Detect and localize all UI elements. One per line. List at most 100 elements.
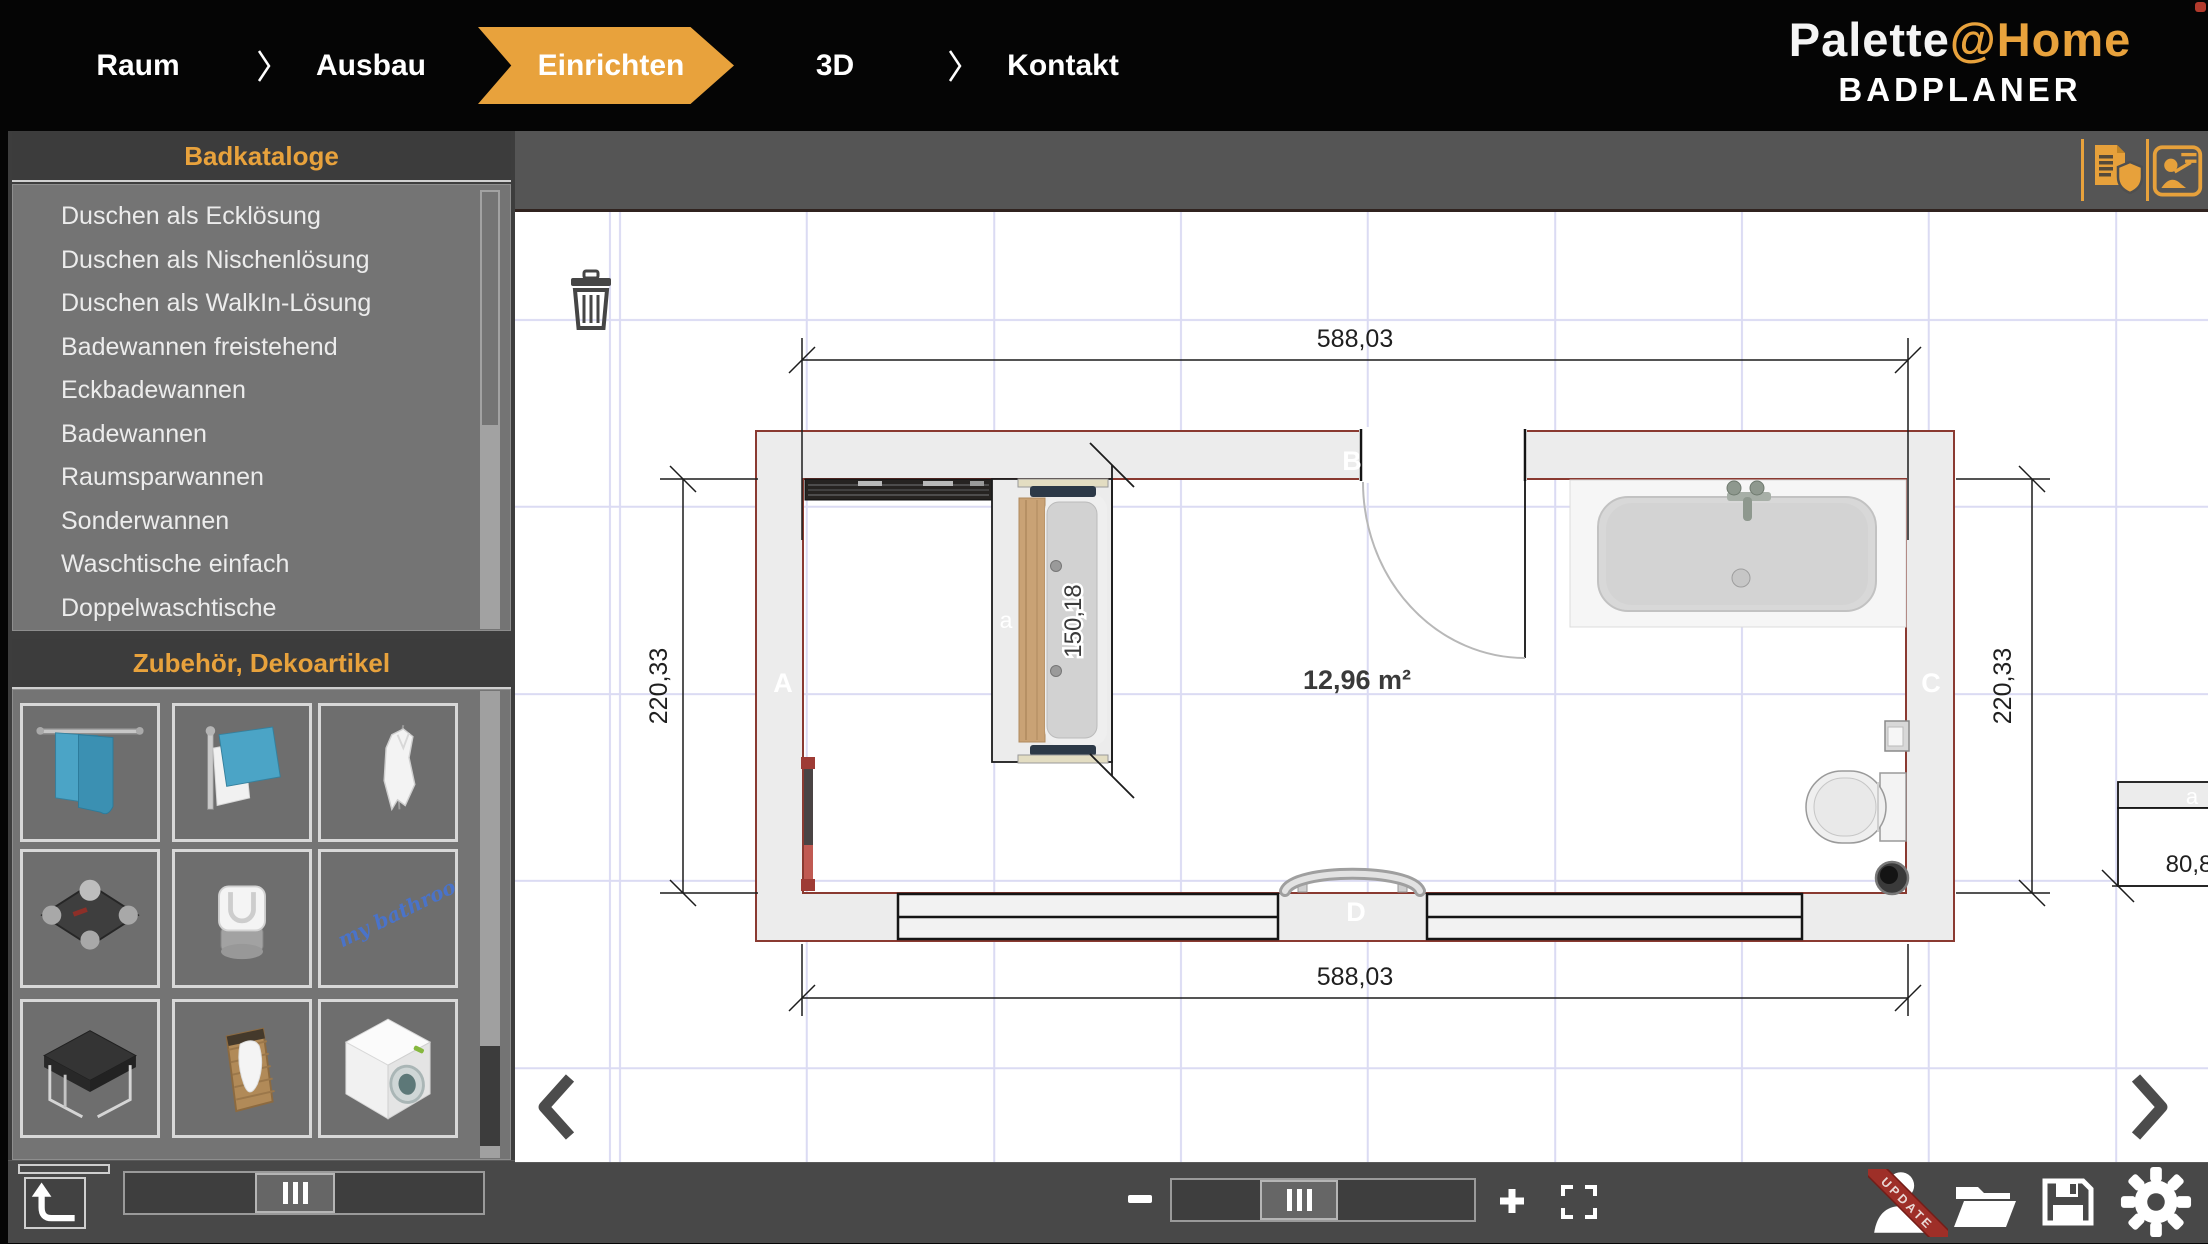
bathtub[interactable] <box>1570 480 1906 627</box>
tile-laundry-basket[interactable] <box>172 999 312 1138</box>
toilet[interactable] <box>1806 771 1906 843</box>
catalog-item[interactable]: Doppelwaschtische <box>61 587 510 631</box>
tile-bathroom-scale[interactable] <box>20 849 160 988</box>
slider-grip-icon <box>1287 1189 1292 1211</box>
prev-page-button[interactable] <box>532 1072 578 1147</box>
catalog-item[interactable]: Sonderwannen <box>61 500 510 544</box>
dim-top-label: 588,03 <box>1317 325 1393 353</box>
fit-view-button[interactable] <box>1560 1184 1598 1225</box>
privacy-document-button[interactable] <box>2085 137 2143 203</box>
catalog-header: Badkataloge <box>12 132 511 182</box>
corner-notification-dot <box>2195 2 2206 12</box>
update-button[interactable]: UPDATE <box>1868 1169 1948 1242</box>
nav-step-ausbau[interactable]: Ausbau <box>316 0 426 131</box>
towel-rail-blue-towel-icon <box>175 706 309 839</box>
bathroom-scale-icon <box>23 852 157 985</box>
wall-letter-c: C <box>1921 668 1941 698</box>
fullscreen-icon <box>1560 1184 1598 1220</box>
logo-subtitle: BADPLANER <box>1750 71 2170 109</box>
next-page-button[interactable] <box>2128 1072 2174 1147</box>
catalog-list: Duschen als Ecklösung Duschen als Nische… <box>13 185 510 630</box>
zoom-out-button[interactable] <box>1128 1195 1152 1203</box>
stool-icon <box>23 1002 157 1135</box>
logo-wordmark: Palette@Home <box>1750 12 2170 67</box>
vanity-label: a <box>1000 607 1013 633</box>
dim-right-label: 220,33 <box>1989 648 2017 724</box>
toilet-paper-holder[interactable] <box>1885 721 1909 751</box>
wall-letter-d: D <box>1346 897 1366 927</box>
slider-grip-icon <box>293 1182 298 1204</box>
chevron-right-icon <box>2128 1072 2174 1142</box>
tile-bathrobe[interactable] <box>318 703 458 842</box>
update-user-icon: UPDATE <box>1868 1169 1948 1237</box>
catalog-item[interactable]: Raumsparwannen <box>61 456 510 500</box>
gear-icon <box>2120 1165 2192 1239</box>
nav-step-einrichten-active[interactable]: Einrichten <box>478 27 734 104</box>
zoom-in-button[interactable] <box>1498 1187 1526 1220</box>
nav-step-einrichten-label: Einrichten <box>528 49 685 83</box>
catalog-item[interactable]: Waschtische einfach <box>61 543 510 587</box>
catalog-item[interactable]: Badewannen <box>61 413 510 457</box>
floor-plan: a 150,18 <box>515 131 2208 1242</box>
accessories-header: Zubehör, Dekoartikel <box>12 639 511 689</box>
chevron-separator-icon <box>256 48 272 84</box>
spare-roll-holder-icon <box>175 852 309 985</box>
tutorial-button[interactable] <box>2150 137 2205 203</box>
tile-towel-rail-blue[interactable] <box>172 703 312 842</box>
slider-grip-icon <box>303 1182 308 1204</box>
dim-bottom-label: 588,03 <box>1317 963 1393 991</box>
undo-button[interactable] <box>24 1177 86 1229</box>
door[interactable] <box>1359 427 1527 658</box>
sidebar-resize-handle[interactable] <box>18 1164 110 1174</box>
bottom-radiator-left[interactable] <box>898 894 1278 939</box>
vanity-dimension-label: 150,18 <box>1060 584 1087 657</box>
open-folder-icon <box>1952 1175 2018 1231</box>
nav-step-kontakt[interactable]: Kontakt <box>1007 0 1119 131</box>
bottom-radiator-right[interactable] <box>1427 894 1802 939</box>
bathrobe-hook-icon <box>321 706 455 839</box>
chevron-separator-icon <box>947 48 963 84</box>
catalog-item[interactable]: Eckbadewannen <box>61 369 510 413</box>
zoom-slider-handle[interactable] <box>1260 1180 1338 1220</box>
tile-spare-roll-holder[interactable] <box>172 849 312 988</box>
toilet-brush-bin[interactable] <box>1876 862 1908 894</box>
nav-step-raum[interactable]: Raum <box>96 0 179 131</box>
catalog-item[interactable]: Duschen als WalkIn-Lösung <box>61 282 510 326</box>
tile-towel-rail-double[interactable] <box>20 703 160 842</box>
settings-button[interactable] <box>2120 1165 2192 1244</box>
washing-machine-icon <box>321 1002 455 1135</box>
accessories-scrollbar-thumb[interactable] <box>480 1046 500 1146</box>
towel-rail-double-towels-icon <box>23 706 157 839</box>
save-project-button[interactable] <box>2040 1173 2096 1236</box>
strip-separator <box>2146 139 2149 201</box>
document-shield-icon <box>2085 137 2143 203</box>
catalog-item[interactable]: Duschen als Ecklösung <box>61 195 510 239</box>
vanity-selected[interactable]: a <box>992 479 1112 763</box>
catalog-item[interactable]: Duschen als Nischenlösung <box>61 239 510 283</box>
canvas-toolbar: UPDATE <box>515 1162 2208 1243</box>
open-project-button[interactable] <box>1952 1175 2018 1236</box>
canvas-top-strip <box>515 131 2208 212</box>
catalog-item[interactable]: Badewannen freistehend <box>61 326 510 370</box>
plan-canvas[interactable]: a 150,18 <box>515 131 2208 1242</box>
slider-grip-icon <box>1307 1189 1312 1211</box>
wall-decal-script-icon: my bathroom <box>321 852 455 985</box>
wall-letter-a: A <box>773 668 793 698</box>
sidebar-slider-handle[interactable] <box>255 1173 335 1213</box>
tile-wall-decal[interactable]: my bathroom <box>318 849 458 988</box>
wall-grille[interactable] <box>805 479 992 500</box>
nav-step-3d[interactable]: 3D <box>816 0 854 131</box>
catalog-scrollbar-thumb[interactable] <box>480 425 500 629</box>
tile-washing-machine[interactable] <box>318 999 458 1138</box>
slider-grip-icon <box>1297 1189 1302 1211</box>
laundry-basket-towel-icon <box>175 1002 309 1135</box>
save-floppy-icon <box>2040 1173 2096 1231</box>
undo-arrow-icon <box>30 1180 80 1226</box>
delete-dropzone[interactable] <box>565 269 617 338</box>
side-object-label: a <box>2186 784 2199 809</box>
tile-stool[interactable] <box>20 999 160 1138</box>
towel-bar[interactable] <box>1285 874 1420 892</box>
app-logo: Palette@Home BADPLANER <box>1750 12 2170 109</box>
trash-icon <box>565 269 617 333</box>
side-object-dimension-label: 80,8 <box>2166 851 2208 878</box>
